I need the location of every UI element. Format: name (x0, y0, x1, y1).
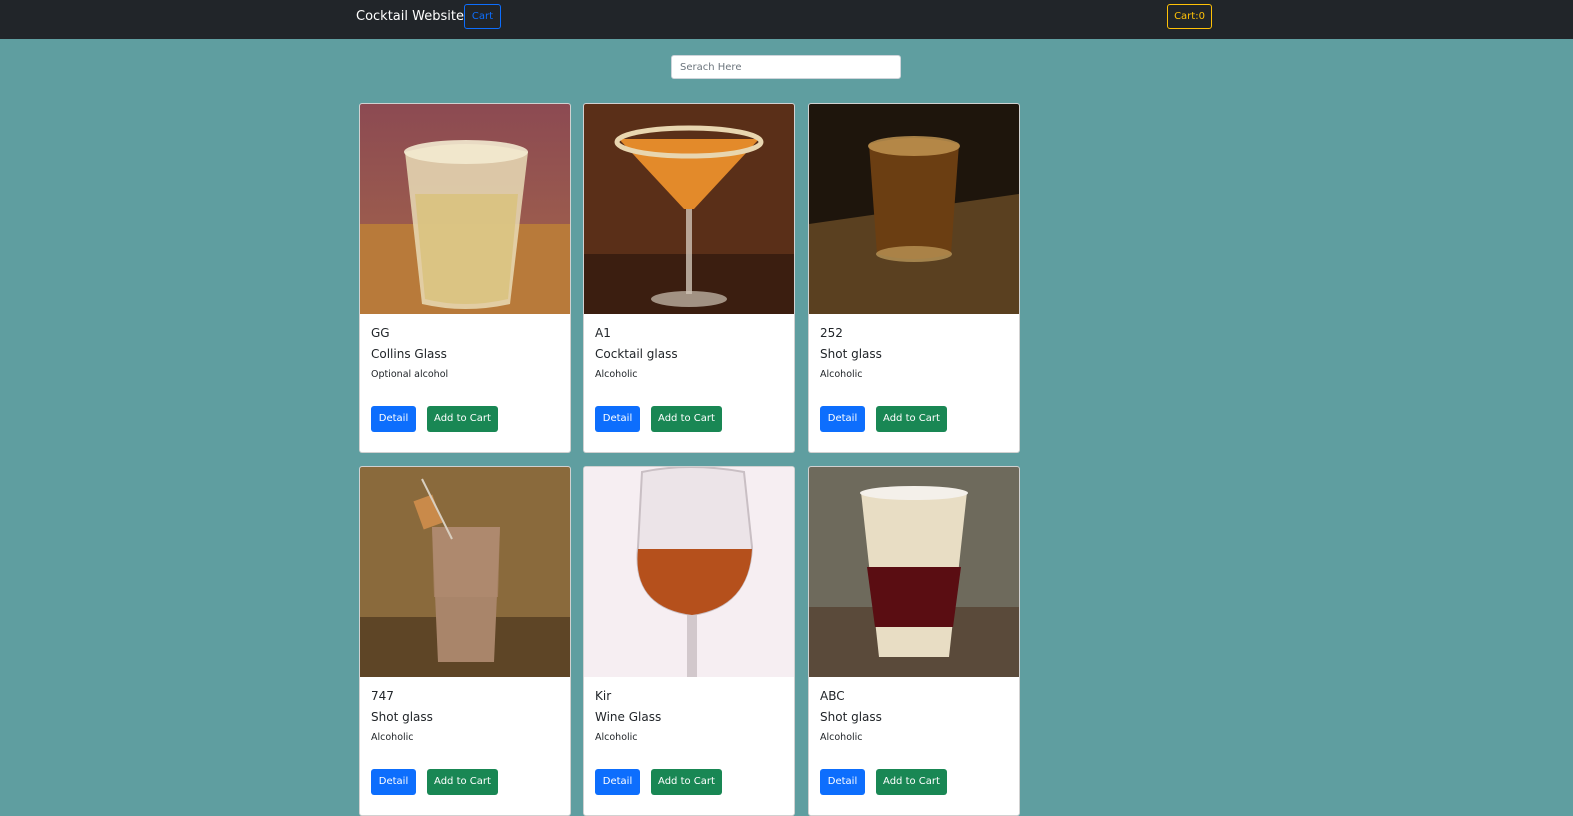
drink-alcoholic: Alcoholic (820, 732, 863, 743)
drink-glass: Shot glass (820, 710, 882, 724)
navbar: Cocktail Website Cart Cart:0 (0, 0, 1573, 39)
drink-card: A1 Cocktail glass Alcoholic Detail Add t… (583, 103, 795, 453)
drink-name: 252 (820, 326, 843, 340)
drink-photo (584, 104, 794, 314)
brand-link[interactable]: Cocktail Website (356, 8, 464, 26)
drink-glass: Wine Glass (595, 710, 662, 724)
add-to-cart-button[interactable]: Add to Cart (651, 406, 722, 432)
detail-button[interactable]: Detail (371, 769, 416, 795)
drink-glass: Cocktail glass (595, 347, 678, 361)
drink-alcoholic: Alcoholic (820, 369, 863, 380)
add-to-cart-button[interactable]: Add to Cart (427, 406, 498, 432)
add-to-cart-button[interactable]: Add to Cart (427, 769, 498, 795)
add-to-cart-button[interactable]: Add to Cart (876, 406, 947, 432)
drink-card: 747 Shot glass Alcoholic Detail Add to C… (359, 466, 571, 816)
search-input[interactable] (671, 55, 901, 79)
cart-count-button[interactable]: Cart:0 (1167, 4, 1212, 29)
drink-card: Kir Wine Glass Alcoholic Detail Add to C… (583, 466, 795, 816)
add-to-cart-button[interactable]: Add to Cart (651, 769, 722, 795)
detail-button[interactable]: Detail (371, 406, 416, 432)
drink-photo (360, 104, 570, 314)
drink-photo (584, 467, 794, 677)
drink-card: ABC Shot glass Alcoholic Detail Add to C… (808, 466, 1020, 816)
drink-name: Kir (595, 689, 612, 703)
drink-card: GG Collins Glass Optional alcohol Detail… (359, 103, 571, 453)
detail-button[interactable]: Detail (595, 769, 640, 795)
drink-name: A1 (595, 326, 611, 340)
detail-button[interactable]: Detail (595, 406, 640, 432)
detail-button[interactable]: Detail (820, 769, 865, 795)
drink-glass: Shot glass (820, 347, 882, 361)
drink-name: GG (371, 326, 390, 340)
drink-photo (360, 467, 570, 677)
drink-name: ABC (820, 689, 845, 703)
drink-alcoholic: Alcoholic (595, 369, 638, 380)
drink-alcoholic: Alcoholic (371, 732, 414, 743)
drink-name: 747 (371, 689, 394, 703)
detail-button[interactable]: Detail (820, 406, 865, 432)
drink-photo (809, 467, 1019, 677)
drink-alcoholic: Optional alcohol (371, 369, 449, 380)
drink-glass: Shot glass (371, 710, 433, 724)
drink-alcoholic: Alcoholic (595, 732, 638, 743)
drink-photo (809, 104, 1019, 314)
add-to-cart-button[interactable]: Add to Cart (876, 769, 947, 795)
drink-glass: Collins Glass (371, 347, 447, 361)
drink-card: 252 Shot glass Alcoholic Detail Add to C… (808, 103, 1020, 453)
cart-nav-button[interactable]: Cart (464, 4, 501, 29)
